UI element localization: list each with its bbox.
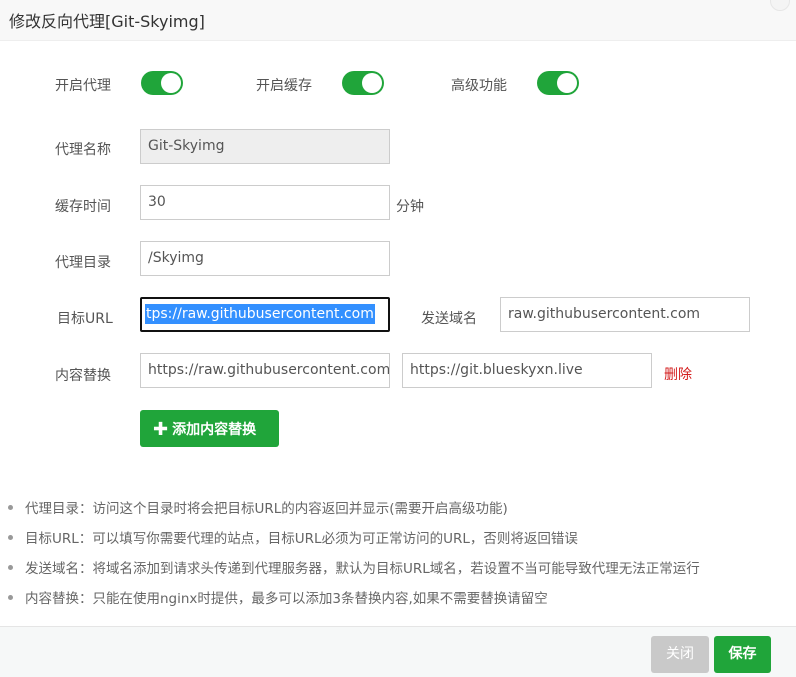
cache-time-label: 缓存时间 [55, 199, 111, 215]
tip-text: 代理目录：访问这个目录时将会把目标URL的内容返回并显示(需要开启高级功能) [25, 501, 508, 517]
proxy-name-label: 代理名称 [55, 142, 111, 158]
proxy-dir-label: 代理目录 [55, 255, 111, 271]
toggle-cache-switch[interactable] [342, 71, 384, 95]
target-url-value: tps://raw.githubusercontent.com [145, 304, 375, 324]
send-domain-label: 发送域名 [421, 311, 477, 327]
proxy-dir-field[interactable]: /Skyimg [140, 241, 390, 276]
add-content-replace-label: 添加内容替换 [172, 422, 257, 438]
toggle-advanced-label: 高级功能 [451, 78, 507, 94]
target-url-field[interactable]: tps://raw.githubusercontent.com [140, 297, 390, 332]
dialog-title: 修改反向代理[Git-Skyimg] [9, 12, 205, 31]
proxy-name-field: Git-Skyimg [140, 129, 390, 164]
close-button[interactable]: 关闭 [651, 636, 709, 673]
toggle-proxy-label: 开启代理 [55, 78, 111, 94]
cache-time-field[interactable]: 30 [140, 185, 390, 220]
save-button[interactable]: 保存 [714, 636, 771, 673]
dialog-footer: 关闭 保存 [0, 626, 796, 677]
dialog-titlebar: 修改反向代理[Git-Skyimg] [0, 0, 796, 41]
switch-knob [161, 73, 181, 93]
switch-knob [362, 73, 382, 93]
send-domain-field[interactable]: raw.githubusercontent.com [500, 297, 750, 332]
toggle-proxy-switch[interactable] [141, 71, 183, 95]
cache-time-unit: 分钟 [396, 199, 424, 215]
toggle-advanced-switch[interactable] [537, 71, 579, 95]
toggle-cache-label: 开启缓存 [256, 78, 312, 94]
content-replace-label: 内容替换 [55, 368, 111, 384]
target-url-label: 目标URL [57, 311, 113, 327]
tip-text: 目标URL：可以填写你需要代理的站点，目标URL必须为可正常访问的URL，否则将… [25, 531, 578, 547]
add-content-replace-button[interactable]: ✚ 添加内容替换 [140, 410, 279, 447]
replace-to-field[interactable]: https://git.blueskyxn.live [402, 353, 652, 388]
switch-knob [557, 73, 577, 93]
delete-replace-link[interactable]: 删除 [664, 364, 692, 384]
replace-from-field[interactable]: https://raw.githubusercontent.com [140, 353, 390, 388]
plus-icon: ✚ [153, 419, 169, 440]
tip-text: 内容替换：只能在使用nginx时提供，最多可以添加3条替换内容,如果不需要替换请… [25, 591, 548, 607]
tip-text: 发送域名：将域名添加到请求头传递到代理服务器，默认为目标URL域名，若设置不当可… [25, 561, 700, 577]
